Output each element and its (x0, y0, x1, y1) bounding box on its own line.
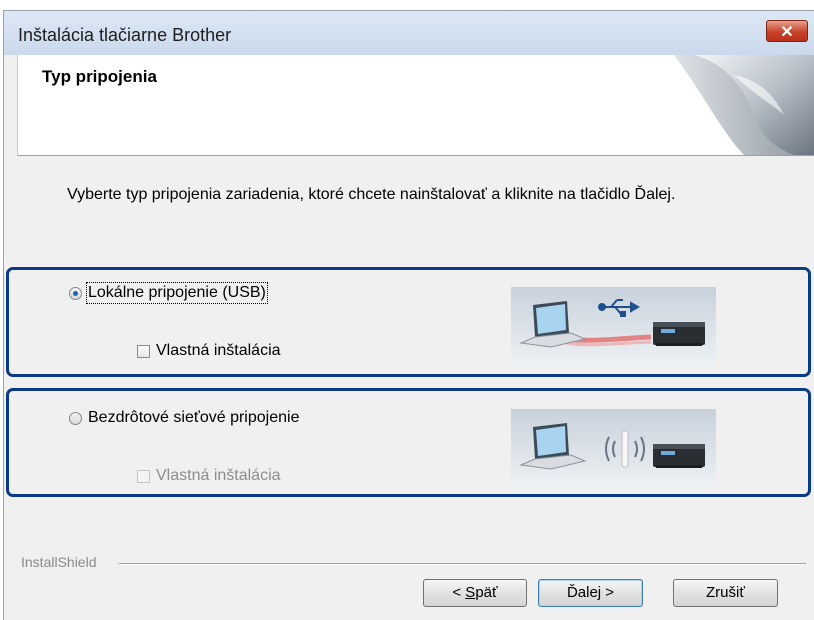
cancel-button[interactable]: Zrušiť (673, 579, 778, 607)
usb-radio-option[interactable]: Lokálne pripojenie (USB) (69, 282, 268, 304)
wireless-radio-option[interactable]: Bezdrôtové sieťové pripojenie (69, 409, 299, 427)
instruction-text: Vyberte typ pripojenia zariadenia, ktoré… (67, 186, 676, 203)
back-button-rest: päť (475, 584, 498, 601)
back-button-prefix: < (452, 584, 466, 601)
wireless-option-group: Bezdrôtové sieťové pripojenie Vlastná in… (6, 388, 811, 497)
wireless-radio-button[interactable] (69, 411, 82, 425)
installshield-brand: InstallShield (21, 554, 97, 570)
close-icon: ✕ (780, 24, 794, 41)
page-curl-graphic (674, 55, 814, 155)
back-button[interactable]: < Späť (423, 579, 527, 607)
wizard-header: Typ pripojenia (17, 55, 814, 156)
usb-custom-install-option[interactable]: Vlastná inštalácia (137, 342, 281, 360)
printer-icon (653, 444, 705, 468)
window-title: Inštalácia tlačiarne Brother (18, 25, 232, 45)
close-button[interactable]: ✕ (766, 20, 808, 42)
wireless-custom-install-checkbox[interactable] (137, 469, 150, 483)
usb-radio-label[interactable]: Lokálne pripojenie (USB) (86, 282, 268, 304)
back-button-mnemonic: S (465, 584, 476, 601)
usb-custom-install-checkbox[interactable] (137, 344, 150, 358)
next-button[interactable]: Ďalej > (538, 579, 643, 607)
usb-connection-illustration (511, 287, 716, 365)
usb-option-group: Lokálne pripojenie (USB) Vlastná inštalá… (6, 267, 811, 377)
wireless-custom-install-option[interactable]: Vlastná inštalácia (137, 467, 281, 485)
installer-window: Inštalácia tlačiarne Brother ✕ Typ pripo… (3, 10, 814, 620)
wireless-radio-label[interactable]: Bezdrôtové sieťové pripojenie (88, 409, 299, 427)
page-title: Typ pripojenia (42, 67, 157, 86)
printer-icon (653, 322, 705, 346)
title-bar[interactable]: Inštalácia tlačiarne Brother ✕ (4, 11, 814, 55)
usb-custom-install-label[interactable]: Vlastná inštalácia (156, 342, 281, 360)
wireless-connection-illustration (511, 409, 716, 487)
footer-divider (119, 563, 806, 565)
usb-radio-button[interactable] (69, 286, 82, 300)
wireless-custom-install-label[interactable]: Vlastná inštalácia (156, 467, 281, 485)
